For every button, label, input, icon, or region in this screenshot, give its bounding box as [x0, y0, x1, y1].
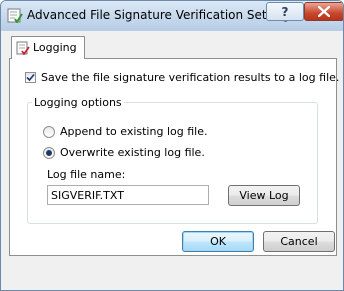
close-icon — [318, 6, 330, 17]
help-icon: ? — [281, 4, 289, 19]
radio-selected-dot — [46, 149, 52, 156]
cancel-button[interactable]: Cancel — [263, 231, 335, 252]
close-button[interactable] — [304, 2, 343, 21]
log-file-name-label: Log file name: — [47, 168, 126, 181]
save-to-log-checkbox[interactable] — [25, 72, 36, 83]
tab-label: Logging — [33, 41, 77, 54]
ok-button[interactable]: OK — [182, 231, 254, 252]
dialog-window: Advanced File Signature Verification Set… — [0, 0, 344, 291]
append-label: Append to existing log file. — [60, 125, 208, 138]
append-radio[interactable] — [43, 125, 55, 138]
title-bar[interactable]: Advanced File Signature Verification Set… — [1, 1, 343, 31]
tab-logging[interactable]: Logging — [11, 36, 85, 59]
log-file-name-input[interactable] — [47, 185, 209, 205]
overwrite-label: Overwrite existing log file. — [60, 146, 205, 159]
help-button[interactable]: ? — [266, 2, 304, 21]
logging-icon — [16, 41, 30, 56]
view-log-button[interactable]: View Log — [228, 185, 300, 206]
append-radio-row[interactable]: Append to existing log file. — [43, 125, 207, 138]
app-icon — [7, 7, 23, 24]
save-to-log-checkbox-row[interactable]: Save the file signature verification res… — [25, 71, 339, 84]
save-to-log-label: Save the file signature verification res… — [41, 71, 340, 84]
overwrite-radio-row[interactable]: Overwrite existing log file. — [43, 146, 205, 159]
overwrite-radio[interactable] — [43, 146, 55, 159]
window-title: Advanced File Signature Verification Set… — [27, 8, 297, 22]
checkmark-icon — [26, 73, 35, 82]
logging-options-title: Logging options — [32, 96, 124, 109]
